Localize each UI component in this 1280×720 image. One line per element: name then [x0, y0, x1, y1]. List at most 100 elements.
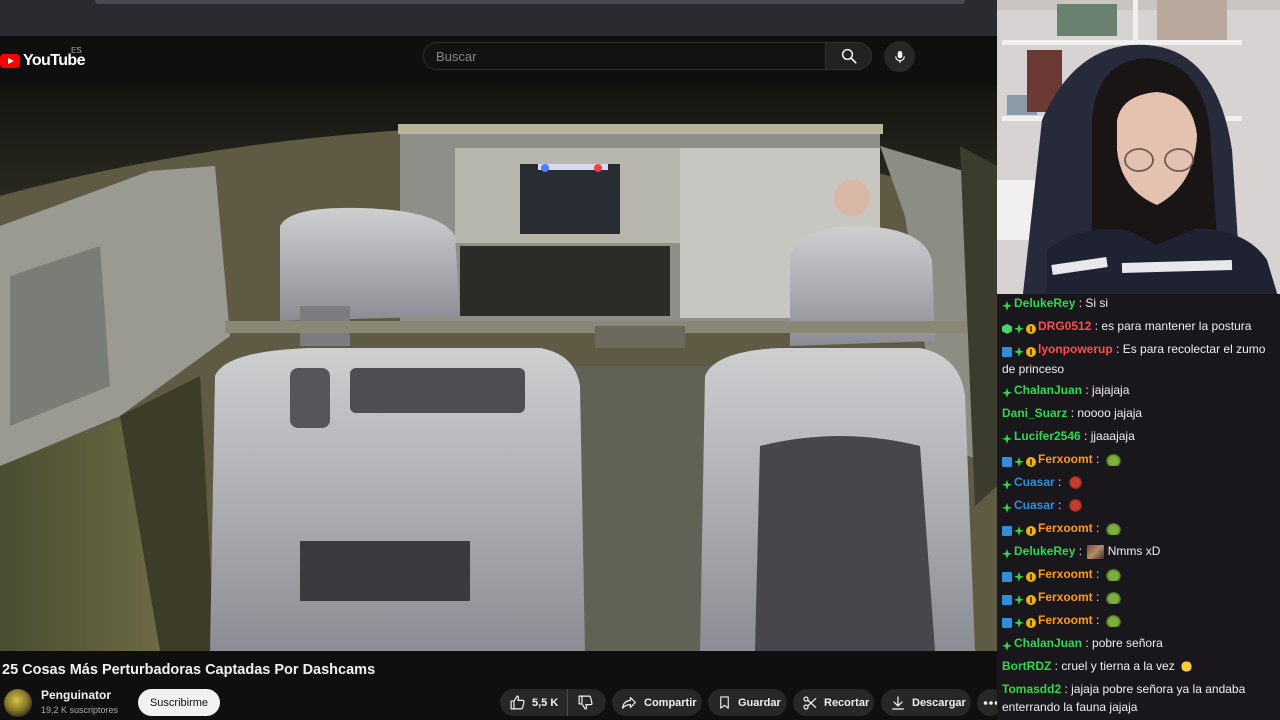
- chat-username[interactable]: DelukeRey: [1014, 296, 1075, 310]
- voice-search-button[interactable]: [884, 41, 915, 72]
- chat-message: ChalanJuan : jajajaja: [1002, 381, 1280, 401]
- clip-button[interactable]: Recortar: [793, 689, 874, 716]
- chat-username[interactable]: DelukeRey: [1014, 544, 1075, 558]
- youtube-panel: YouTube ES Buscar 25 Cosas Más Perturbad…: [0, 0, 1004, 720]
- chat-text: pobre señora: [1092, 636, 1163, 650]
- search-box: [423, 42, 826, 70]
- green-badge-icon: [1014, 323, 1024, 334]
- chat-message: DelukeRey : Si si: [1002, 294, 1280, 314]
- subscriber-count: 19,2 K suscriptores: [41, 705, 119, 715]
- chat-username[interactable]: Lucifer2546: [1014, 429, 1081, 443]
- coin-badge-icon: [1026, 571, 1036, 582]
- youtube-header: YouTube ES: [0, 36, 997, 88]
- chat-separator: :: [1082, 636, 1093, 650]
- subscribe-button[interactable]: Suscribirme: [138, 689, 220, 716]
- coin-badge-icon: [1026, 323, 1036, 334]
- download-icon: [892, 695, 904, 710]
- chat-message: DRG0512 : es para mantener la postura: [1002, 317, 1280, 337]
- chat-username[interactable]: Ferxoomt: [1038, 590, 1093, 604]
- green-badge-icon: [1014, 617, 1024, 628]
- chat-username[interactable]: Ferxoomt: [1038, 613, 1093, 627]
- blue-badge-icon: [1002, 617, 1012, 628]
- chat-separator: :: [1092, 521, 1103, 535]
- coin-badge-icon: [1026, 617, 1036, 628]
- chat-username[interactable]: BortRDZ: [1002, 659, 1051, 673]
- video-player[interactable]: [0, 86, 997, 651]
- search-input[interactable]: [436, 43, 816, 69]
- video-frame: [0, 86, 997, 651]
- chat-separator: :: [1080, 429, 1091, 443]
- search-button[interactable]: [826, 42, 872, 70]
- clip-label: Recortar: [824, 696, 870, 709]
- blue-badge-icon: [1002, 594, 1012, 605]
- like-button[interactable]: 5,5 K: [500, 689, 569, 716]
- chat-message: BortRDZ : cruel y tierna a la vez: [1002, 657, 1280, 675]
- turtle-emote-icon: [1104, 614, 1122, 628]
- chat-text: cruel y tierna a la vez: [1061, 659, 1175, 673]
- blue-badge-icon: [1002, 456, 1012, 467]
- chat-message: Ferxoomt :: [1002, 450, 1280, 470]
- video-title: 25 Cosas Más Perturbadoras Captadas Por …: [2, 662, 376, 678]
- live-chat: DelukeRey : Si si DRG0512 : es para mante…: [997, 294, 1280, 720]
- chat-text: Nmms xD: [1107, 544, 1161, 558]
- red-emote-icon: [1066, 499, 1084, 513]
- chat-username[interactable]: DRG0512: [1038, 319, 1091, 333]
- green-badge-icon: [1002, 433, 1012, 444]
- youtube-logo[interactable]: YouTube ES: [0, 46, 85, 74]
- chat-username[interactable]: Dani_Suarz: [1002, 406, 1067, 420]
- green-badge-icon: [1002, 300, 1012, 311]
- chat-username[interactable]: Cuasar: [1014, 475, 1055, 489]
- channel-avatar[interactable]: [4, 689, 32, 717]
- green-badge-icon: [1014, 346, 1024, 357]
- chat-message: Dani_Suarz : noooo jajaja: [1002, 404, 1280, 422]
- badge-group: [1002, 521, 1038, 539]
- share-icon: [622, 696, 636, 709]
- like-count: 5,5 K: [532, 696, 559, 709]
- chat-username[interactable]: ChalanJuan: [1014, 636, 1082, 650]
- badge-group: [1002, 590, 1038, 608]
- chat-username[interactable]: Ferxoomt: [1038, 567, 1093, 581]
- thumbs-up-icon: [510, 695, 525, 710]
- scissors-icon: [803, 695, 817, 710]
- save-button[interactable]: Guardar: [708, 689, 787, 716]
- badge-group: [1002, 319, 1038, 337]
- microphone-icon: [894, 50, 905, 63]
- chat-text: es para mantener la postura: [1101, 319, 1252, 333]
- blue-badge-icon: [1002, 571, 1012, 582]
- badge-group: [1002, 475, 1014, 493]
- dislike-button[interactable]: [568, 689, 594, 716]
- badge-group: [1002, 383, 1014, 401]
- like-dislike-group: 5,5 K: [500, 689, 606, 716]
- chat-username[interactable]: Tomasdd2: [1002, 682, 1061, 696]
- channel-name[interactable]: Penguinator: [41, 688, 111, 702]
- chat-username[interactable]: Ferxoomt: [1038, 452, 1093, 466]
- chat-separator: :: [1112, 342, 1123, 356]
- chat-username[interactable]: Cuasar: [1014, 498, 1055, 512]
- bookmark-icon: [720, 696, 729, 709]
- chat-message: Cuasar :: [1002, 496, 1280, 516]
- chat-separator: :: [1075, 296, 1086, 310]
- logo-country: ES: [71, 46, 82, 55]
- chat-username[interactable]: Ferxoomt: [1038, 521, 1093, 535]
- chat-separator: :: [1092, 613, 1103, 627]
- chat-message: Ferxoomt :: [1002, 588, 1280, 608]
- chat-username[interactable]: lyonpowerup: [1038, 342, 1113, 356]
- badge-group: [1002, 342, 1038, 360]
- blue-badge-icon: [1002, 525, 1012, 536]
- webcam-feed: [997, 0, 1280, 303]
- chat-message: Ferxoomt :: [1002, 611, 1280, 631]
- chat-username[interactable]: ChalanJuan: [1014, 383, 1082, 397]
- green-badge-icon: [1014, 594, 1024, 605]
- coin-badge-icon: [1026, 594, 1036, 605]
- red-emote-icon: [1066, 476, 1084, 490]
- badge-group: [1002, 613, 1038, 631]
- cube-badge-icon: [1002, 323, 1012, 334]
- chat-text: noooo jajaja: [1077, 406, 1143, 420]
- share-button[interactable]: Compartir: [612, 689, 702, 716]
- badge-group: [1002, 544, 1014, 562]
- download-button[interactable]: Descargar: [881, 689, 971, 716]
- chat-separator: :: [1051, 659, 1062, 673]
- chat-message: ChalanJuan : pobre señora: [1002, 634, 1280, 654]
- chat-message: DelukeRey : Nmms xD: [1002, 542, 1280, 562]
- green-badge-icon: [1002, 387, 1012, 398]
